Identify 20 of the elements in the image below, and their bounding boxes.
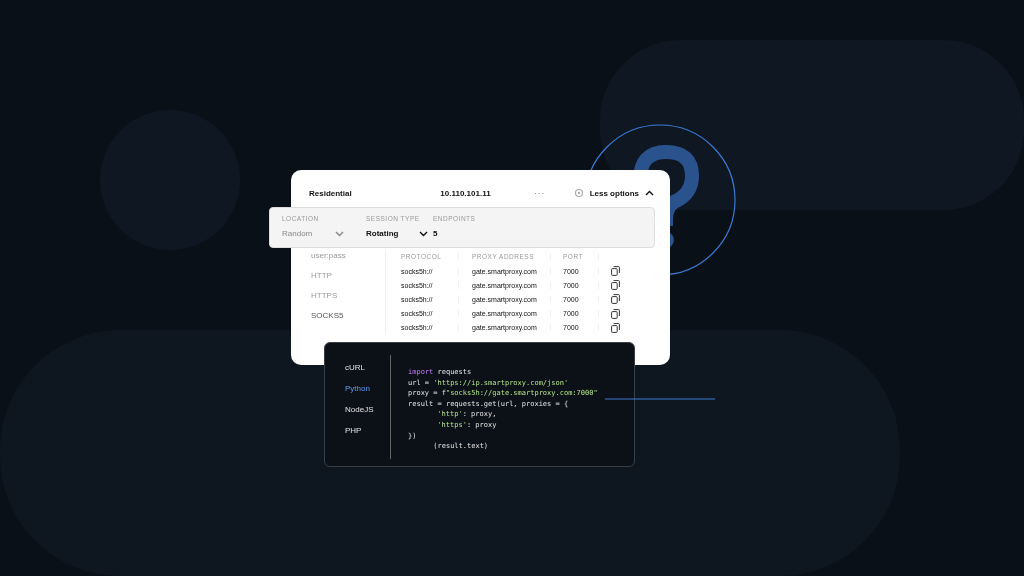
auth-type-tab[interactable]: SOCKS5: [311, 311, 385, 320]
copy-icon[interactable]: [611, 308, 620, 319]
chevron-down-icon: [419, 230, 428, 237]
copy-icon[interactable]: [611, 280, 620, 291]
copy-icon[interactable]: [611, 322, 620, 333]
number-field[interactable]: 5: [433, 229, 476, 238]
dropdown[interactable]: Random: [282, 229, 344, 238]
product-name: Residential: [309, 188, 353, 198]
more-button[interactable]: ···: [534, 188, 572, 198]
chevron-up-icon: [645, 190, 654, 196]
language-tab[interactable]: NodeJS: [345, 405, 390, 414]
language-tab[interactable]: cURL: [345, 363, 390, 372]
language-tab[interactable]: Python: [345, 384, 390, 393]
dropdown[interactable]: Rotating: [366, 229, 428, 238]
language-tab[interactable]: PHP: [345, 426, 390, 435]
copy-icon[interactable]: [611, 294, 620, 305]
ip-address: 10.110.101.11: [440, 188, 492, 198]
less-options-button[interactable]: Less options: [571, 186, 656, 200]
copy-icon[interactable]: [611, 266, 620, 277]
chevron-down-icon: [335, 230, 344, 237]
